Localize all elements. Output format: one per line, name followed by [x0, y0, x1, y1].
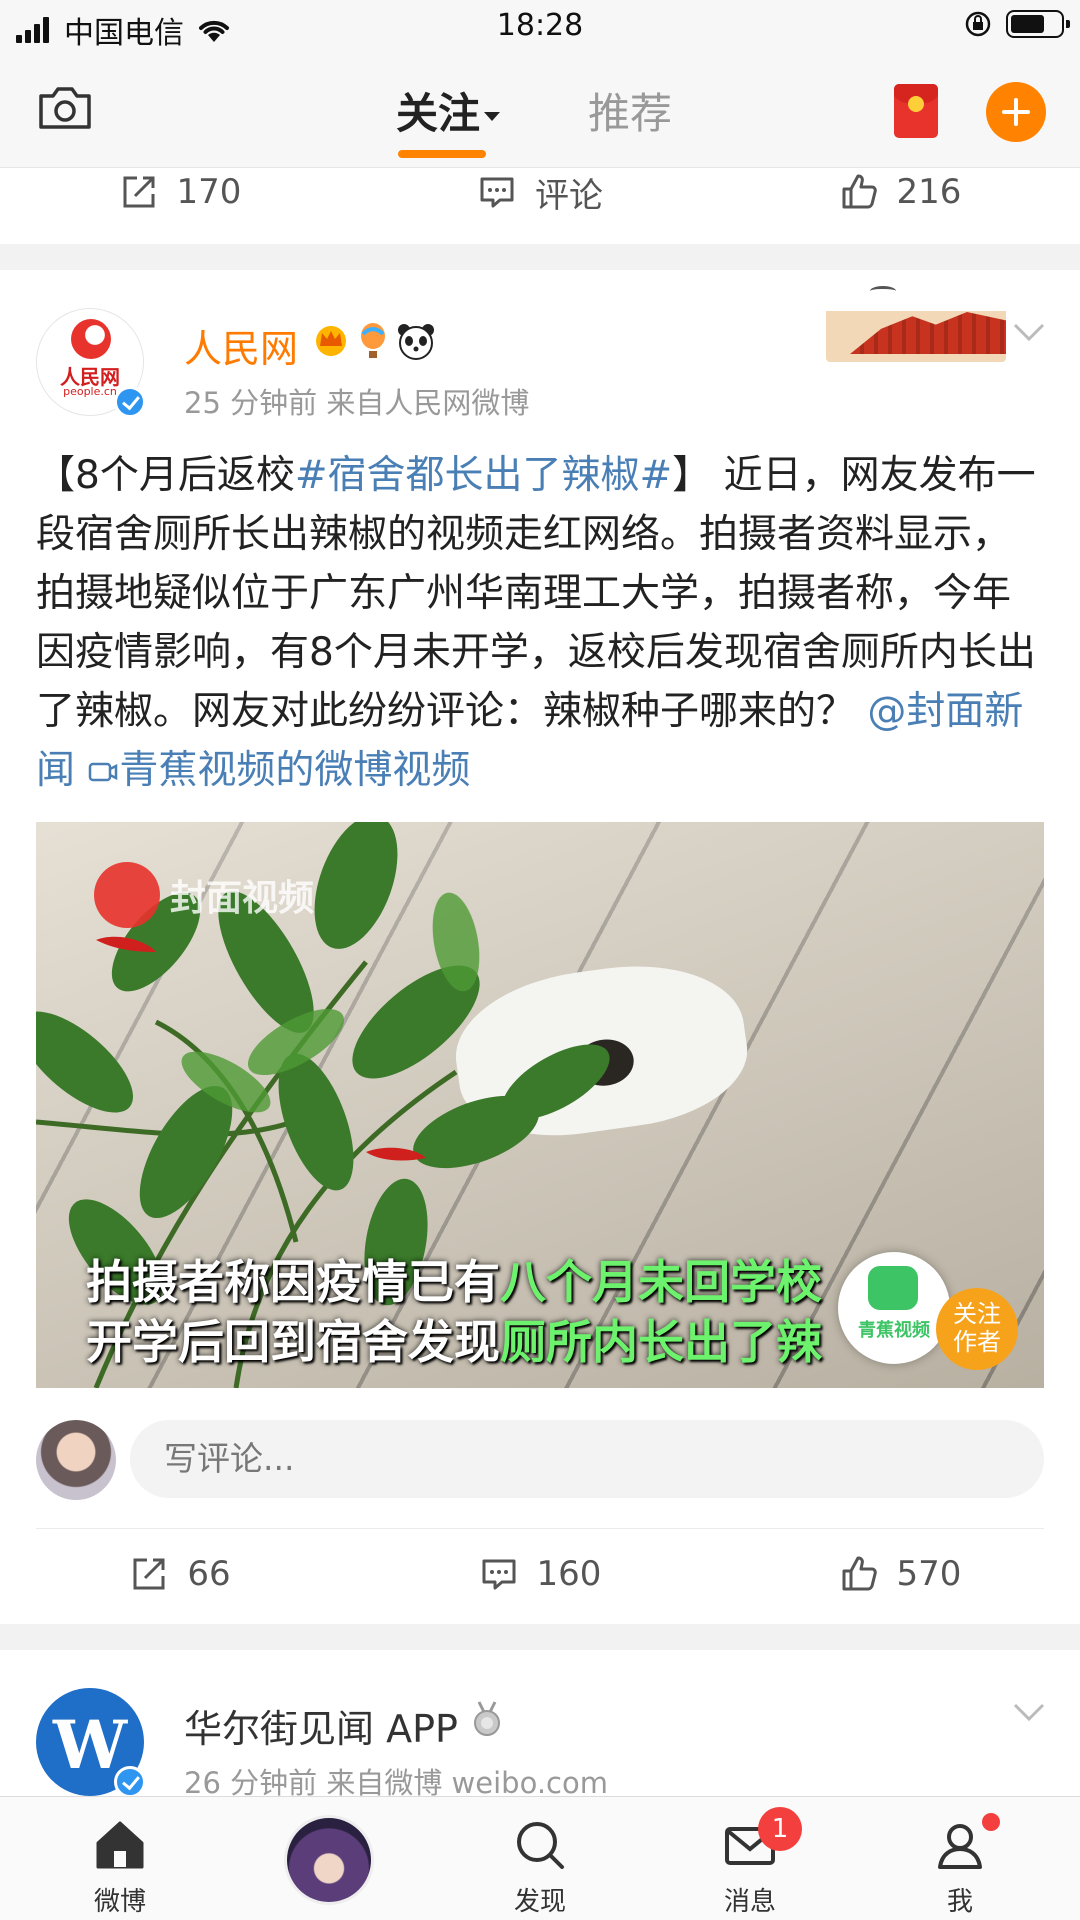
video-watermark: 封面视频 [94, 862, 314, 928]
red-packet-icon[interactable] [894, 84, 938, 138]
comment-button[interactable]: 160 [360, 1534, 720, 1614]
qingjiao-logo-icon [868, 1266, 918, 1310]
video-subtitle-line-1: 拍摄者称因疫情已有八个月未回学校 [86, 1246, 822, 1312]
feed-separator [0, 1624, 1080, 1650]
great-wall-decoration [826, 282, 1006, 362]
my-avatar[interactable] [36, 1420, 116, 1500]
hashtag-link[interactable]: #宿舍都长出了辣椒# [295, 453, 672, 498]
verified-badge-icon [114, 386, 146, 418]
tab-messages[interactable]: 1 消息 [642, 1797, 858, 1920]
home-icon [96, 1821, 144, 1869]
tab-discover[interactable]: 发现 [432, 1797, 648, 1920]
search-icon [517, 1822, 564, 1869]
subtitle-1-white: 拍摄者称因疫情已有 [86, 1255, 500, 1309]
author-name[interactable]: 人民网 [184, 318, 298, 373]
repost-button[interactable]: 170 [0, 152, 360, 232]
follow-author-label-2: 作者 [953, 1328, 1001, 1356]
video-subtitle-line-2: 开学后回到宿舍发现厕所内长出了辣 [86, 1306, 822, 1372]
post-text: 【8个月后返校#宿舍都长出了辣椒#】 近日，网友发布一段宿舍厕所长出辣椒的视频走… [36, 446, 1046, 800]
video-player[interactable]: 封面视频 拍摄者称因疫情已有八个月未回学校 开学后回到宿舍发现厕所内长出了辣 青… [36, 822, 1044, 1388]
compose-plus-button[interactable] [986, 82, 1046, 142]
chevron-down-icon[interactable] [1012, 322, 1046, 342]
tab-me[interactable]: 我 [852, 1797, 1068, 1920]
video-link-label: 青蕉视频的微博视频 [119, 748, 471, 793]
thumbs-up-icon [842, 1556, 877, 1591]
panda-icon[interactable] [396, 322, 436, 360]
notification-dot [982, 1813, 1000, 1831]
follow-author-label-1: 关注 [953, 1300, 1001, 1328]
user-icon [938, 1824, 982, 1869]
subtitle-2-green: 厕所内长出了辣 [500, 1315, 822, 1369]
follow-author-button[interactable]: 关注 作者 [936, 1288, 1018, 1370]
comment-button[interactable]: 评论 [360, 152, 720, 232]
divider [36, 1528, 1044, 1529]
like-count: 570 [896, 1554, 962, 1594]
bottom-tab-bar: 微博 发现 1 消息 我 [0, 1796, 1080, 1920]
post-text-open: 【8个月后返校 [36, 453, 295, 498]
channel-badge-label: 青蕉视频 [858, 1320, 930, 1341]
like-button[interactable]: 570 [720, 1534, 1080, 1614]
post-actions: 66 160 570 [0, 1534, 1080, 1614]
comment-count: 160 [536, 1554, 602, 1594]
subtitle-1-green: 八个月未回学校 [500, 1255, 822, 1309]
status-time: 18:28 [496, 8, 584, 43]
tab-recommend[interactable]: 推荐 [588, 80, 672, 141]
comment-input[interactable]: 写评论... [130, 1420, 1044, 1498]
battery-icon [1006, 10, 1070, 38]
repost-count: 170 [176, 172, 242, 212]
like-button[interactable]: 216 [720, 152, 1080, 232]
thumbs-up-icon [842, 174, 877, 209]
chevron-down-icon[interactable] [1012, 1702, 1046, 1722]
like-count: 216 [896, 172, 962, 212]
tab-center[interactable] [222, 1797, 438, 1920]
balloon-icon[interactable] [358, 322, 388, 360]
subtitle-2-white: 开学后回到宿舍发现 [86, 1315, 500, 1369]
channel-badge[interactable]: 青蕉视频 [838, 1252, 950, 1364]
rotation-lock-icon [965, 11, 991, 37]
tab-follow[interactable]: 关注 [396, 80, 501, 141]
watermark-text: 封面视频 [170, 878, 315, 919]
camera-icon[interactable] [36, 82, 94, 132]
status-bar: 中国电信 18:28 [0, 0, 1080, 52]
tab-me-label: 我 [946, 1887, 973, 1917]
author-badges [312, 322, 436, 360]
comment-icon [482, 1559, 516, 1590]
author-name[interactable]: 华尔街见闻 APP [184, 1698, 458, 1753]
tab-weibo[interactable]: 微博 [12, 1797, 228, 1920]
tab-weibo-label: 微博 [93, 1887, 146, 1917]
message-count-badge: 1 [758, 1807, 802, 1851]
feed-header: 关注 推荐 [0, 52, 1080, 168]
video-link-icon [89, 762, 118, 782]
prev-post-actions: 170 评论 216 [0, 152, 1080, 232]
feed-separator [0, 244, 1080, 270]
post-meta: 25 分钟前 来自人民网微博 [184, 386, 530, 420]
repost-count: 66 [187, 1554, 231, 1594]
comment-label: 评论 [535, 175, 603, 216]
crown-icon[interactable] [312, 322, 350, 356]
repost-icon [123, 176, 155, 208]
verified-badge-icon [114, 1766, 146, 1798]
tab-discover-label: 发现 [513, 1887, 566, 1917]
center-avatar [284, 1815, 374, 1905]
watermark-logo-icon [94, 862, 160, 928]
tab-messages-label: 消息 [723, 1887, 776, 1917]
medal-icon[interactable] [470, 1700, 504, 1738]
caret-down-icon [484, 112, 501, 121]
comment-icon [480, 177, 514, 208]
repost-button[interactable]: 66 [0, 1534, 360, 1614]
video-link[interactable]: 青蕉视频的微博视频 [87, 748, 470, 793]
tab-follow-label: 关注 [396, 89, 481, 138]
status-right [964, 10, 1070, 38]
repost-icon [133, 1558, 165, 1590]
people-logo-icon [71, 319, 111, 359]
